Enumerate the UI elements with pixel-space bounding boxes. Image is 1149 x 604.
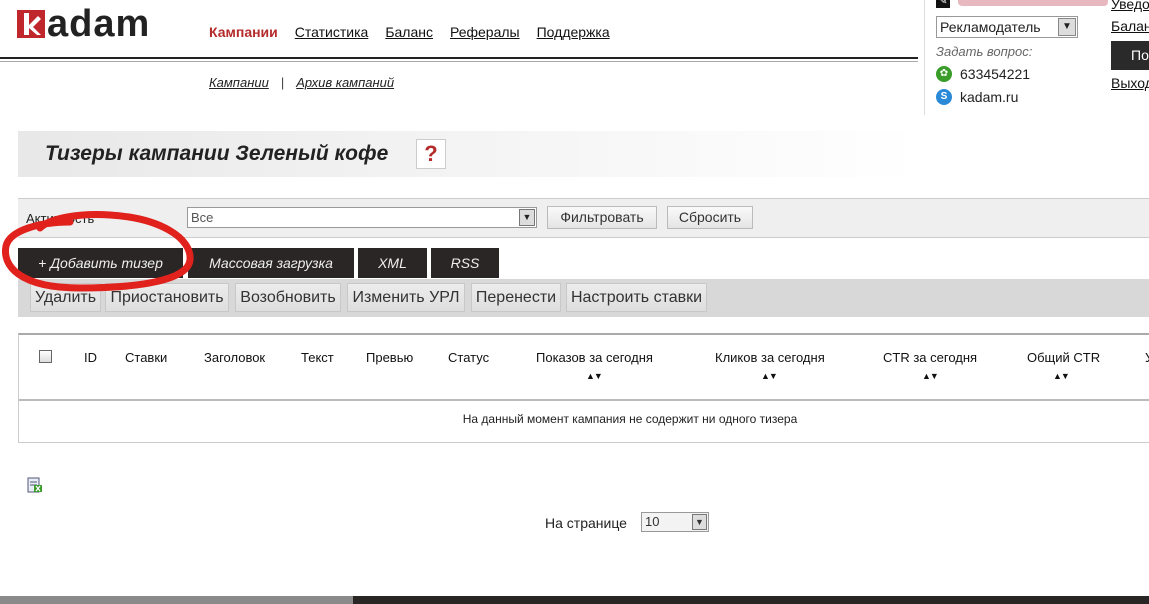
nav-balance[interactable]: Баланс <box>385 24 433 40</box>
chevron-down-icon[interactable]: ▼ <box>692 514 707 530</box>
col-preview[interactable]: Превью <box>366 350 413 365</box>
change-url-button[interactable]: Изменить УРЛ <box>347 283 465 312</box>
col-title[interactable]: Заголовок <box>204 350 265 365</box>
teasers-table: ID Ставки Заголовок Текст Превью Статус … <box>18 333 1149 443</box>
activity-select[interactable]: Все ▼ <box>187 207 537 228</box>
role-select[interactable]: Рекламодатель ▼ <box>936 16 1078 38</box>
logo-k-mark <box>17 10 45 38</box>
subnav-separator: | <box>280 75 285 90</box>
pause-button[interactable]: Приостановить <box>105 283 229 312</box>
resume-button[interactable]: Возобновить <box>235 283 341 312</box>
filter-button[interactable]: Фильтровать <box>547 206 657 229</box>
sort-arrows-icon[interactable]: ▲▼ <box>586 371 603 381</box>
user-email-redacted[interactable] <box>958 0 1108 6</box>
per-page-label: На странице <box>545 515 627 531</box>
col-id[interactable]: ID <box>84 350 97 365</box>
page-title-block: Тизеры кампании Зеленый кофе ? <box>18 131 1149 177</box>
export-excel-icon[interactable] <box>27 477 43 493</box>
main-nav: Кампании Статистика Баланс Рефералы Подд… <box>209 24 610 40</box>
sort-arrows-icon[interactable]: ▲▼ <box>761 371 778 381</box>
ask-question-label: Задать вопрос: <box>936 44 1033 59</box>
footer-bar-left <box>0 596 353 604</box>
per-page-value: 10 <box>645 514 660 529</box>
logo-text: adam <box>47 3 151 45</box>
col-cut-off[interactable]: У <box>1145 350 1149 365</box>
filter-bar: Активность Все ▼ Фильтровать Сбросить <box>18 198 1149 238</box>
table-header-divider <box>19 399 1149 402</box>
nav-support[interactable]: Поддержка <box>537 24 610 40</box>
chevron-down-icon[interactable]: ▼ <box>1058 18 1076 36</box>
subnav-campaigns[interactable]: Кампании <box>209 75 269 90</box>
nav-divider <box>0 57 918 59</box>
notifications-link[interactable]: Уведо <box>1111 0 1149 12</box>
skype-icon: S <box>936 89 952 105</box>
sub-nav: Кампании | Архив кампаний <box>209 75 394 90</box>
select-all-checkbox[interactable] <box>39 350 52 363</box>
skype-name: kadam.ru <box>960 89 1019 105</box>
col-clicks-today[interactable]: Кликов за сегодня <box>715 350 825 365</box>
header-vertical-divider <box>924 0 925 115</box>
col-total-ctr[interactable]: Общий CTR <box>1027 350 1100 365</box>
add-teaser-button[interactable]: + Добавить тизер <box>18 248 183 278</box>
xml-button[interactable]: XML <box>358 248 427 278</box>
nav-statistics[interactable]: Статистика <box>295 24 369 40</box>
icq-contact: ✿ 633454221 <box>936 66 1030 82</box>
help-button[interactable]: ? <box>416 139 446 169</box>
col-status[interactable]: Статус <box>448 350 489 365</box>
empty-table-message: На данный момент кампания не содержит ни… <box>462 412 798 426</box>
delete-button[interactable]: Удалить <box>30 283 101 312</box>
sort-arrows-icon[interactable]: ▲▼ <box>1053 371 1070 381</box>
edit-pen-icon[interactable]: ✎ <box>936 0 950 8</box>
icq-number: 633454221 <box>960 66 1031 82</box>
col-bids[interactable]: Ставки <box>125 350 167 365</box>
col-shows-today[interactable]: Показов за сегодня <box>536 350 653 365</box>
logout-link[interactable]: Выход <box>1111 75 1149 91</box>
mass-upload-button[interactable]: Массовая загрузка <box>188 248 354 278</box>
sort-arrows-icon[interactable]: ▲▼ <box>922 371 939 381</box>
activity-filter-label: Активность <box>26 211 95 226</box>
icq-flower-icon: ✿ <box>936 66 952 82</box>
chevron-down-icon[interactable]: ▼ <box>519 209 535 226</box>
footer-bar-right <box>353 596 1149 604</box>
rss-button[interactable]: RSS <box>431 248 499 278</box>
col-text[interactable]: Текст <box>301 350 334 365</box>
nav-referrals[interactable]: Рефералы <box>450 24 520 40</box>
col-ctr-today[interactable]: CTR за сегодня <box>883 350 977 365</box>
per-page-select[interactable]: 10 ▼ <box>641 512 709 532</box>
reset-button[interactable]: Сбросить <box>667 206 753 229</box>
page-title: Тизеры кампании Зеленый кофе <box>45 142 389 165</box>
role-selected-value: Рекламодатель <box>940 19 1041 35</box>
balance-link[interactable]: Балан <box>1111 18 1149 34</box>
nav-campaigns[interactable]: Кампании <box>209 24 278 40</box>
nav-divider-light <box>0 61 918 62</box>
configure-bids-button[interactable]: Настроить ставки <box>566 283 707 312</box>
subnav-archive[interactable]: Архив кампаний <box>296 75 394 90</box>
move-button[interactable]: Перенести <box>471 283 561 312</box>
skype-contact: S kadam.ru <box>936 89 1018 105</box>
kadam-logo[interactable]: adam <box>17 3 151 45</box>
user-email-row: ✎ <box>936 0 1108 8</box>
bulk-actions-bar: Удалить Приостановить Возобновить Измени… <box>18 279 1149 317</box>
activity-selected-value: Все <box>191 210 214 225</box>
top-up-button[interactable]: По <box>1111 41 1149 70</box>
